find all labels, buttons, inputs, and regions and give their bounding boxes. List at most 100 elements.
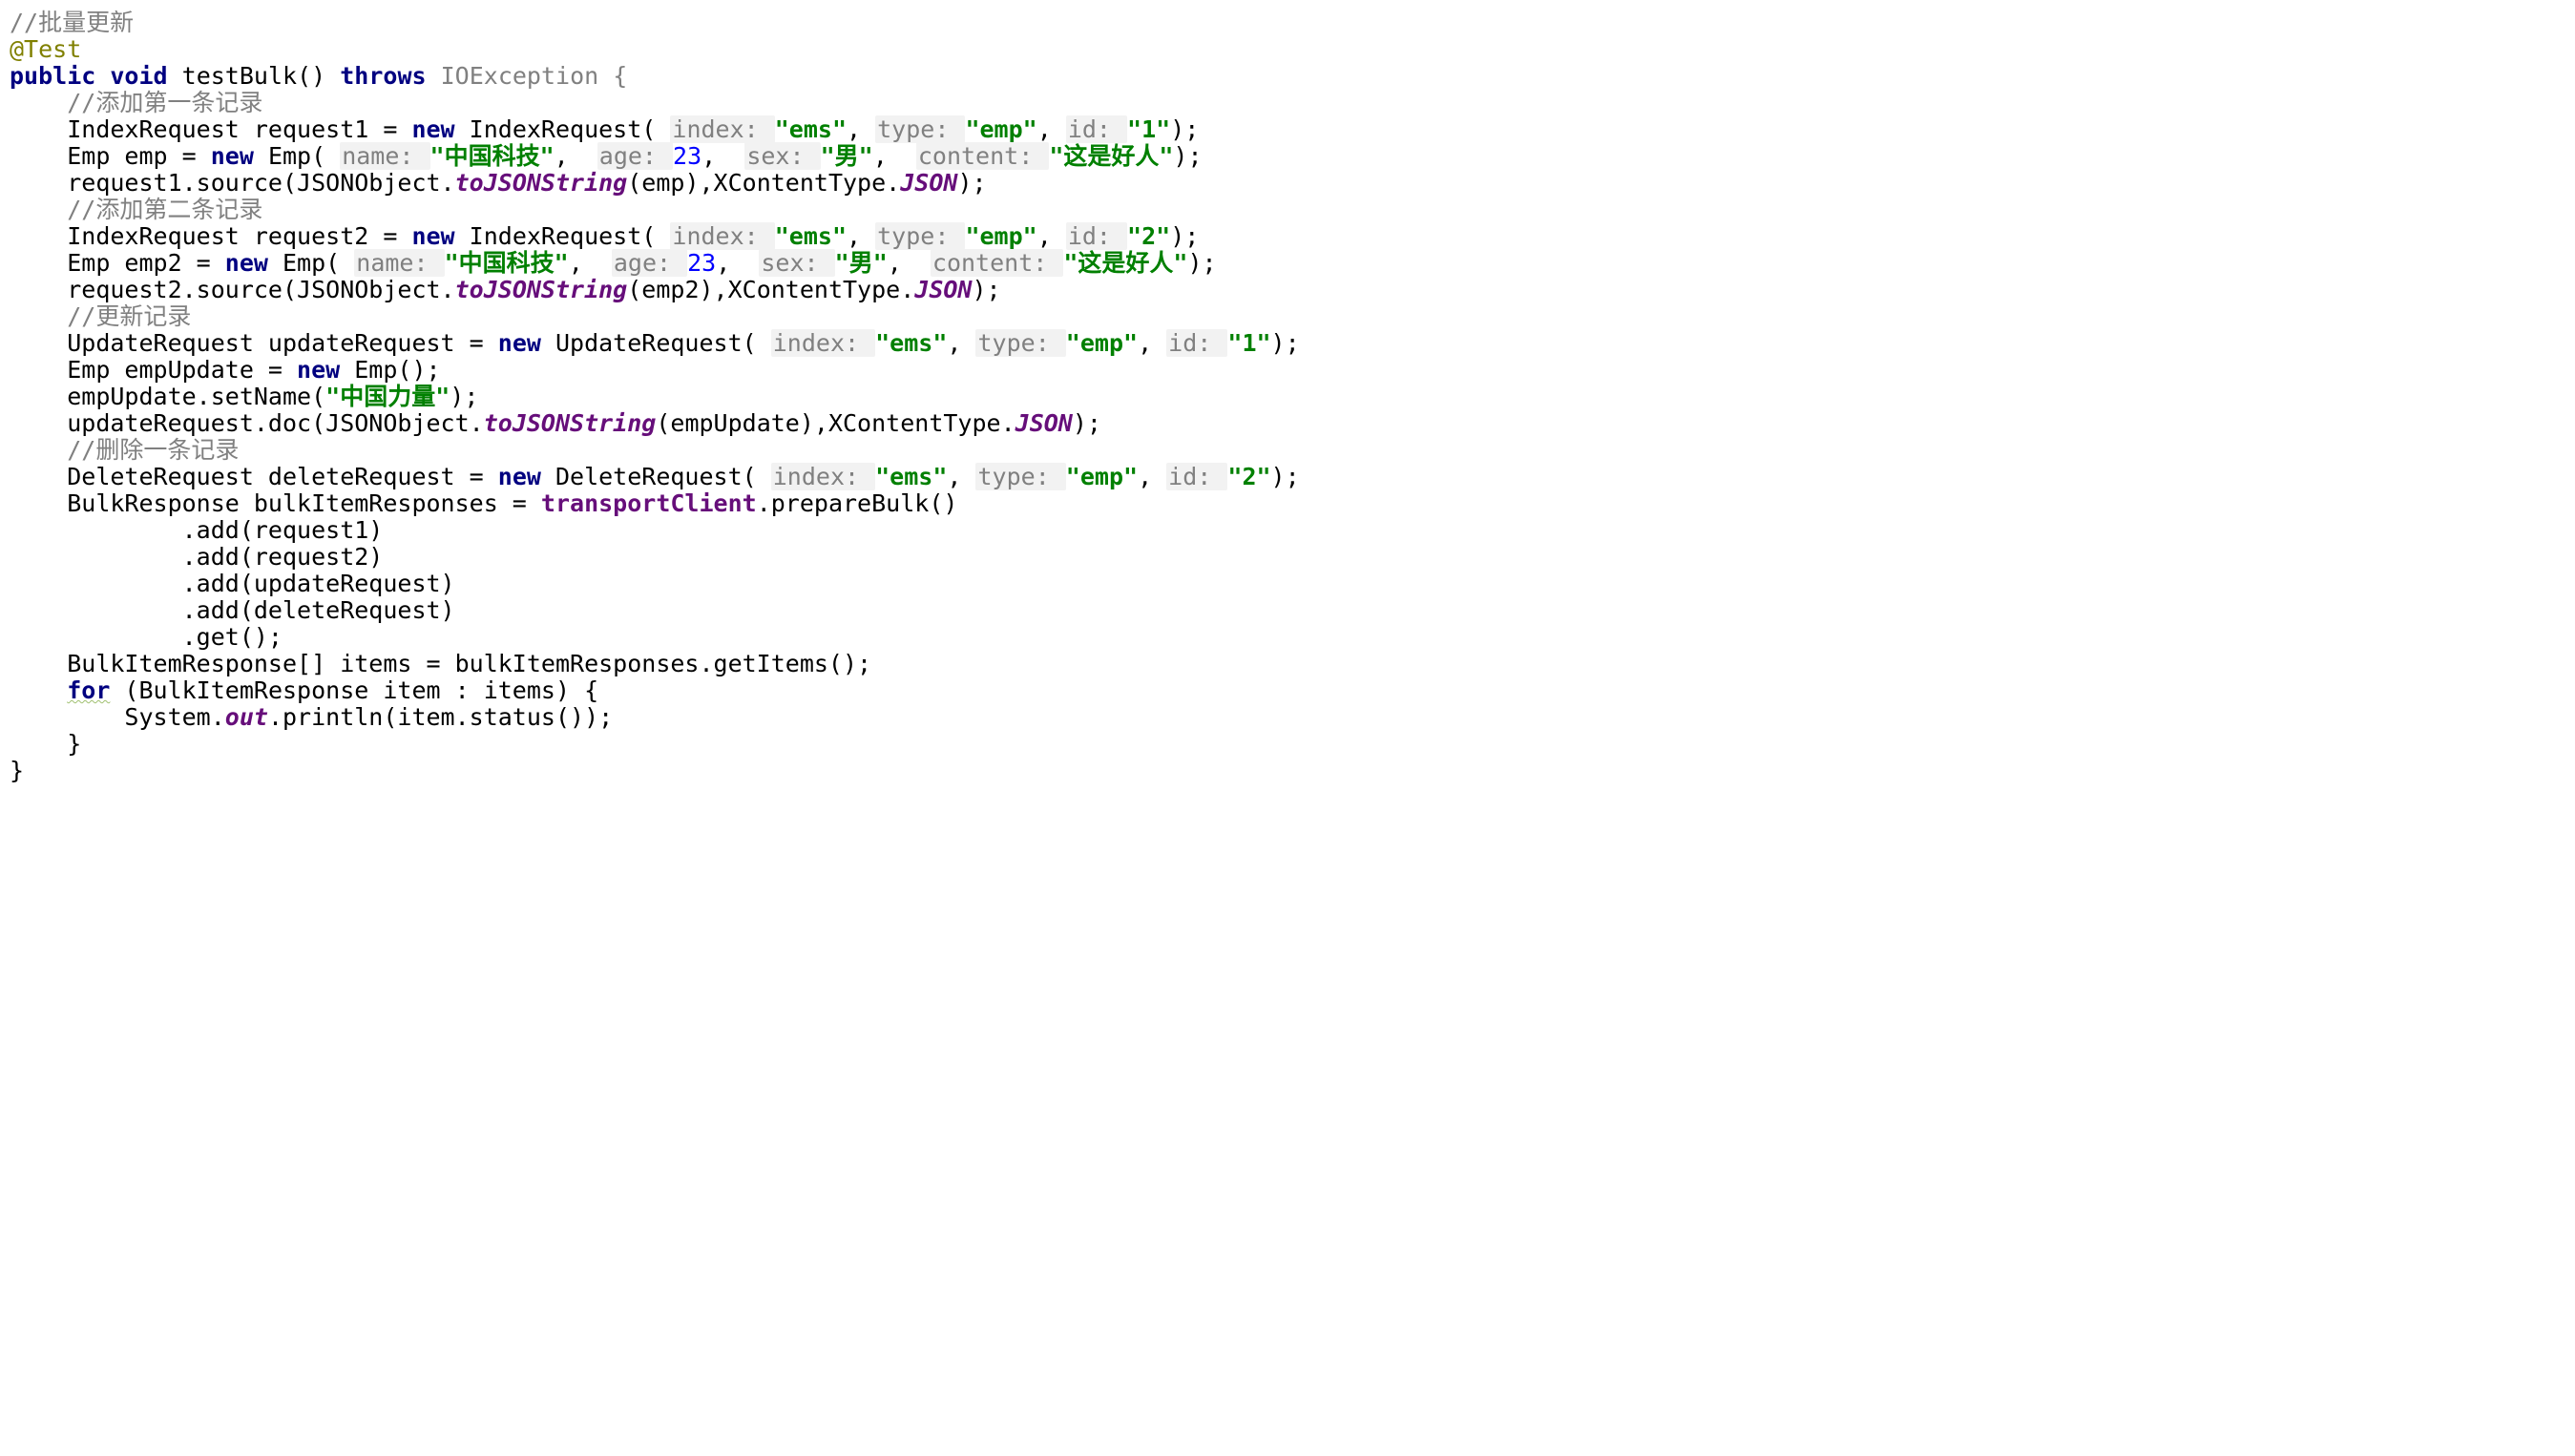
- code-text: ,: [888, 249, 931, 277]
- keyword-void: void: [110, 62, 167, 90]
- code-text: ,: [873, 142, 916, 170]
- code-text: .add(updateRequest): [182, 570, 455, 597]
- param-label: content:: [931, 249, 1063, 277]
- param-label: type:: [875, 115, 965, 143]
- keyword-throws: throws: [340, 62, 426, 90]
- code-text: );: [1271, 329, 1300, 357]
- number-literal: 23: [687, 249, 716, 277]
- static-field: JSON: [914, 276, 972, 303]
- code-text: empUpdate.setName(: [67, 383, 325, 410]
- code-text: .prepareBulk(): [757, 489, 958, 517]
- keyword-new: new: [297, 356, 340, 384]
- param-label: id:: [1066, 222, 1127, 250]
- static-method: toJSONString: [455, 276, 628, 303]
- comment-line: //删除一条记录: [67, 436, 239, 464]
- code-text: DeleteRequest deleteRequest =: [67, 463, 498, 490]
- code-text: );: [972, 276, 1000, 303]
- code-text: );: [450, 383, 478, 410]
- code-text: updateRequest.doc(JSONObject.: [67, 409, 484, 437]
- code-text: ,: [1037, 222, 1066, 250]
- code-text: );: [1170, 115, 1199, 143]
- param-label: age:: [612, 249, 687, 277]
- string-literal: "中国科技": [430, 142, 555, 170]
- static-field: JSON: [1015, 409, 1073, 437]
- param-label: index:: [670, 222, 774, 250]
- string-literal: "这是好人": [1049, 142, 1173, 170]
- param-label: index:: [771, 463, 875, 490]
- code-text: (BulkItemResponse item : items) {: [110, 676, 598, 704]
- string-literal: "这是好人": [1063, 249, 1187, 277]
- code-text: Emp(: [268, 249, 354, 277]
- code-text: ,: [947, 329, 975, 357]
- string-literal: "男": [821, 142, 873, 170]
- static-field: JSON: [900, 169, 957, 197]
- keyword-new: new: [225, 249, 268, 277]
- code-text: Emp emp =: [67, 142, 211, 170]
- code-text: IndexRequest request2 =: [67, 222, 411, 250]
- code-text: .get();: [182, 623, 283, 651]
- code-text: ,: [716, 249, 759, 277]
- param-label: index:: [771, 329, 875, 357]
- code-text: Emp emp2 =: [67, 249, 225, 277]
- comment-line: //添加第一条记录: [67, 89, 262, 116]
- number-literal: 23: [673, 142, 701, 170]
- code-text: DeleteRequest(: [541, 463, 771, 490]
- code-text: IndexRequest request1 =: [67, 115, 411, 143]
- code-text: );: [1073, 409, 1101, 437]
- code-text: );: [957, 169, 986, 197]
- string-literal: "ems": [875, 463, 947, 490]
- param-label: type:: [875, 222, 965, 250]
- code-text: Emp(: [254, 142, 340, 170]
- string-literal: "中国科技": [445, 249, 569, 277]
- string-literal: "1": [1127, 115, 1170, 143]
- comment-line: //批量更新: [10, 9, 134, 36]
- code-text: ,: [701, 142, 744, 170]
- code-text: BulkItemResponse[] items = bulkItemRespo…: [67, 650, 871, 677]
- string-literal: "中国力量": [325, 383, 450, 410]
- keyword-new: new: [211, 142, 254, 170]
- code-text: ,: [1037, 115, 1066, 143]
- keyword-for: for: [67, 676, 110, 704]
- string-literal: "emp": [965, 115, 1036, 143]
- param-label: id:: [1166, 329, 1227, 357]
- field-ref: transportClient: [541, 489, 757, 517]
- code-text: .println(item.status());: [268, 703, 613, 731]
- code-text: ,: [569, 249, 612, 277]
- param-label: sex:: [744, 142, 820, 170]
- keyword-new: new: [498, 329, 541, 357]
- method-name: testBulk(): [182, 62, 326, 90]
- exception-type: IOException {: [441, 62, 628, 90]
- string-literal: "ems": [775, 222, 847, 250]
- keyword-new: new: [411, 115, 454, 143]
- keyword-public: public: [10, 62, 95, 90]
- comment-line: //更新记录: [67, 302, 191, 330]
- code-text: ,: [555, 142, 597, 170]
- code-text: );: [1170, 222, 1199, 250]
- comment-line: //添加第二条记录: [67, 196, 262, 223]
- code-text: request2.source(JSONObject.: [67, 276, 454, 303]
- param-label: content:: [916, 142, 1049, 170]
- string-literal: "男": [835, 249, 888, 277]
- code-text: ,: [847, 222, 875, 250]
- code-text: );: [1173, 142, 1202, 170]
- code-text: );: [1187, 249, 1216, 277]
- string-literal: "2": [1227, 463, 1270, 490]
- code-text: .add(request1): [182, 516, 384, 544]
- annotation-test: @Test: [10, 35, 81, 63]
- param-label: id:: [1166, 463, 1227, 490]
- code-text: Emp();: [340, 356, 440, 384]
- code-text: (empUpdate),XContentType.: [656, 409, 1015, 437]
- code-text: Emp empUpdate =: [67, 356, 297, 384]
- keyword-new: new: [411, 222, 454, 250]
- string-literal: "emp": [1066, 463, 1138, 490]
- string-literal: "emp": [1066, 329, 1138, 357]
- string-literal: "2": [1127, 222, 1170, 250]
- code-text: ,: [847, 115, 875, 143]
- param-label: id:: [1066, 115, 1127, 143]
- code-text: request1.source(JSONObject.: [67, 169, 454, 197]
- static-field: out: [225, 703, 268, 731]
- string-literal: "ems": [775, 115, 847, 143]
- code-text: UpdateRequest(: [541, 329, 771, 357]
- code-text: .add(request2): [182, 543, 384, 571]
- code-text: (emp),XContentType.: [627, 169, 900, 197]
